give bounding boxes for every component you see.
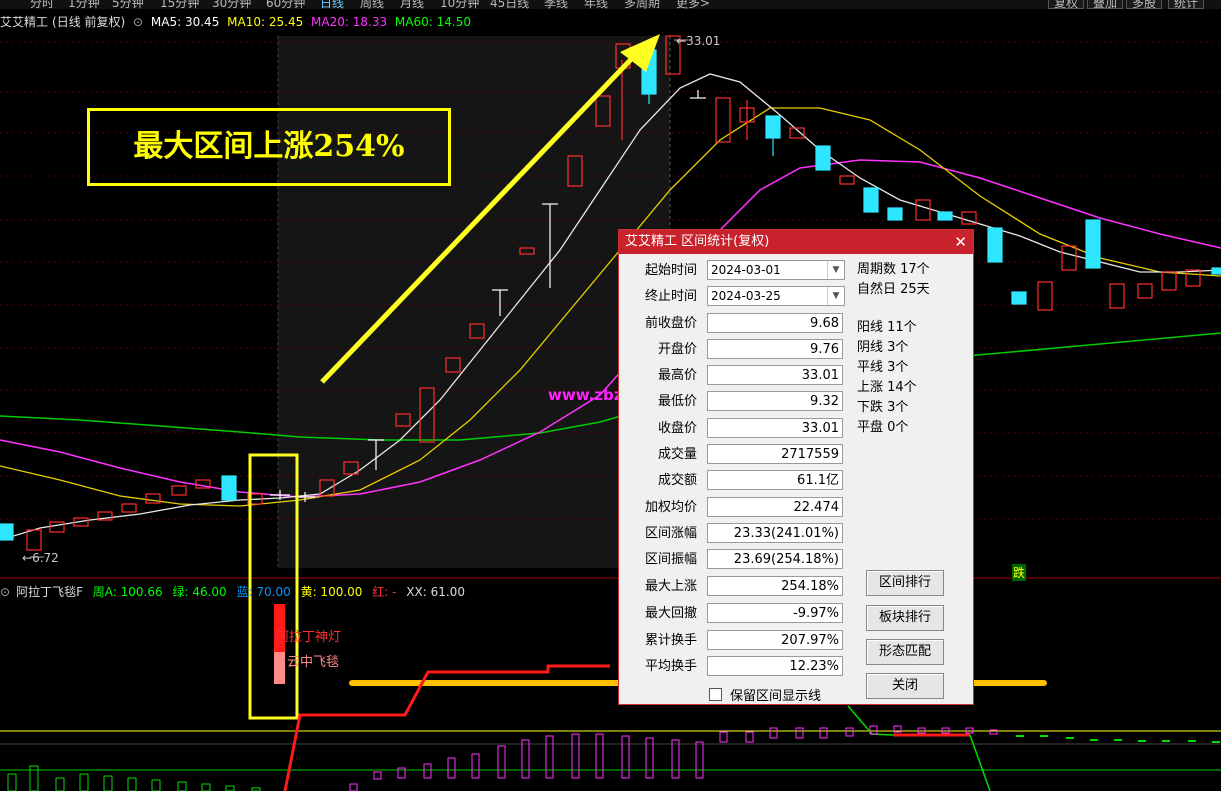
end-time-label: 终止时间 xyxy=(644,289,697,304)
xx-value: XX: 61.00 xyxy=(406,585,465,599)
ma20-value: MA20: 18.33 xyxy=(311,15,388,29)
stat-label: 累计换手 xyxy=(644,633,697,648)
ma5-value: MA5: 30.45 xyxy=(150,15,220,29)
high-price-value: 33.01 xyxy=(686,34,721,48)
high-price-label: ←33.01 xyxy=(676,34,720,48)
down-count: 下跌 3个 xyxy=(857,400,909,415)
legend-carpet: 云中飞毯 xyxy=(287,651,339,670)
stat-value: 23.69(254.18%) xyxy=(707,549,843,569)
up-count: 上涨 14个 xyxy=(857,380,917,395)
stat-value: 22.474 xyxy=(707,497,843,517)
period-count: 周期数 17个 xyxy=(857,262,930,277)
chart-header: 艾艾精工 (日线 前复权) ⊙ MA5: 30.45 MA10: 25.45 MA… xyxy=(0,13,475,31)
stat-label: 加权均价 xyxy=(644,500,697,515)
start-time-select[interactable]: 2024-03-01 ▼ xyxy=(707,260,845,280)
zhouA-value: 周A: 100.66 xyxy=(92,585,163,599)
ma10-value: MA10: 25.45 xyxy=(227,15,304,29)
stat-value: 2717559 xyxy=(707,444,843,464)
legend-carpet-label: 云中飞毯 xyxy=(287,655,340,670)
rise-banner: 最大区间上涨254% xyxy=(87,108,451,186)
stat-label: 区间涨幅 xyxy=(644,526,697,541)
settings-icon[interactable]: ⊙ xyxy=(133,15,143,29)
stat-label: 最大回撤 xyxy=(644,606,697,621)
interval-stats-dialog: 艾艾精工 区间统计(复权) ✕ 起始时间 2024-03-01 ▼ 终止时间 20… xyxy=(618,229,974,705)
indicator-header: ⊙ 阿拉丁飞毯F 周A: 100.66 绿: 46.00 蓝: 70.00 黄: … xyxy=(0,583,471,600)
huang-value: 黄: 100.00 xyxy=(300,585,363,599)
indicator-name[interactable]: 阿拉丁飞毯F xyxy=(16,585,83,599)
legend-lamp-label: 阿拉丁神灯 xyxy=(276,630,342,645)
stat-label: 开盘价 xyxy=(657,342,697,357)
stat-value: 254.18% xyxy=(707,576,843,596)
stat-label: 成交额 xyxy=(657,473,697,488)
stat-label: 最大上涨 xyxy=(644,579,697,594)
hong-value: 红: - xyxy=(372,585,397,599)
indicator-panel xyxy=(0,604,1221,791)
stat-value: 9.76 xyxy=(707,339,843,359)
stat-value: 61.1亿 xyxy=(707,470,843,490)
keep-range-lines-label: 保留区间显示线 xyxy=(730,689,822,704)
stat-value: 23.33(241.01%) xyxy=(707,523,843,543)
stat-value: 9.32 xyxy=(707,391,843,411)
stat-label: 最高价 xyxy=(657,368,697,383)
stat-label: 成交量 xyxy=(657,447,697,462)
chart-mode: (日线 前复权) xyxy=(52,15,126,29)
low-arrow-icon: ← xyxy=(22,551,33,565)
fall-tag: 跌 xyxy=(1012,564,1027,581)
chevron-down-icon[interactable]: ▼ xyxy=(827,261,844,279)
stat-label: 最低价 xyxy=(657,394,697,409)
checkbox-icon[interactable] xyxy=(709,688,722,701)
yang-count: 阳线 11个 xyxy=(857,320,917,335)
stat-value: 9.68 xyxy=(707,313,843,333)
lv-value: 绿: 46.00 xyxy=(172,585,227,599)
legend-lamp: 阿拉丁神灯 xyxy=(276,626,341,645)
stat-label: 收盘价 xyxy=(657,421,697,436)
low-price-label: ←6.72 xyxy=(22,551,59,565)
stat-value: 33.01 xyxy=(707,365,843,385)
stock-name: 艾艾精工 xyxy=(0,15,49,29)
dialog-title: 艾艾精工 区间统计(复权) xyxy=(625,234,770,249)
close-icon[interactable]: ✕ xyxy=(954,230,967,254)
start-time-label: 起始时间 xyxy=(644,263,697,278)
stat-label: 前收盘价 xyxy=(644,316,697,331)
keep-range-lines-checkbox[interactable]: 保留区间显示线 xyxy=(709,685,821,704)
stat-value: 207.97% xyxy=(707,630,843,650)
close-button[interactable]: 关闭 xyxy=(866,673,944,699)
high-arrow-icon: ← xyxy=(676,34,687,48)
ma60-value: MA60: 14.50 xyxy=(394,15,471,29)
flat-count: 平线 3个 xyxy=(857,360,909,375)
end-time-select[interactable]: 2024-03-25 ▼ xyxy=(707,286,845,306)
sector-ranking-button[interactable]: 板块排行 xyxy=(866,605,944,631)
chevron-down-icon[interactable]: ▼ xyxy=(827,287,844,305)
stat-value: 33.01 xyxy=(707,418,843,438)
unchanged-count: 平盘 0个 xyxy=(857,420,909,435)
range-ranking-button[interactable]: 区间排行 xyxy=(866,570,944,596)
stat-label: 平均换手 xyxy=(644,659,697,674)
lan-value: 蓝: 70.00 xyxy=(236,585,291,599)
stat-value: 12.23% xyxy=(707,656,843,676)
pattern-match-button[interactable]: 形态匹配 xyxy=(866,639,944,665)
end-time-value: 2024-03-25 xyxy=(711,289,781,303)
start-time-value: 2024-03-01 xyxy=(711,263,781,277)
yin-count: 阴线 3个 xyxy=(857,340,909,355)
stat-value: -9.97% xyxy=(707,603,843,623)
dialog-titlebar[interactable]: 艾艾精工 区间统计(复权) ✕ xyxy=(619,230,973,254)
low-price-value: 6.72 xyxy=(32,551,59,565)
natural-days: 自然日 25天 xyxy=(857,282,930,297)
stat-label: 区间振幅 xyxy=(644,552,697,567)
indicator-settings-icon[interactable]: ⊙ xyxy=(0,585,10,599)
